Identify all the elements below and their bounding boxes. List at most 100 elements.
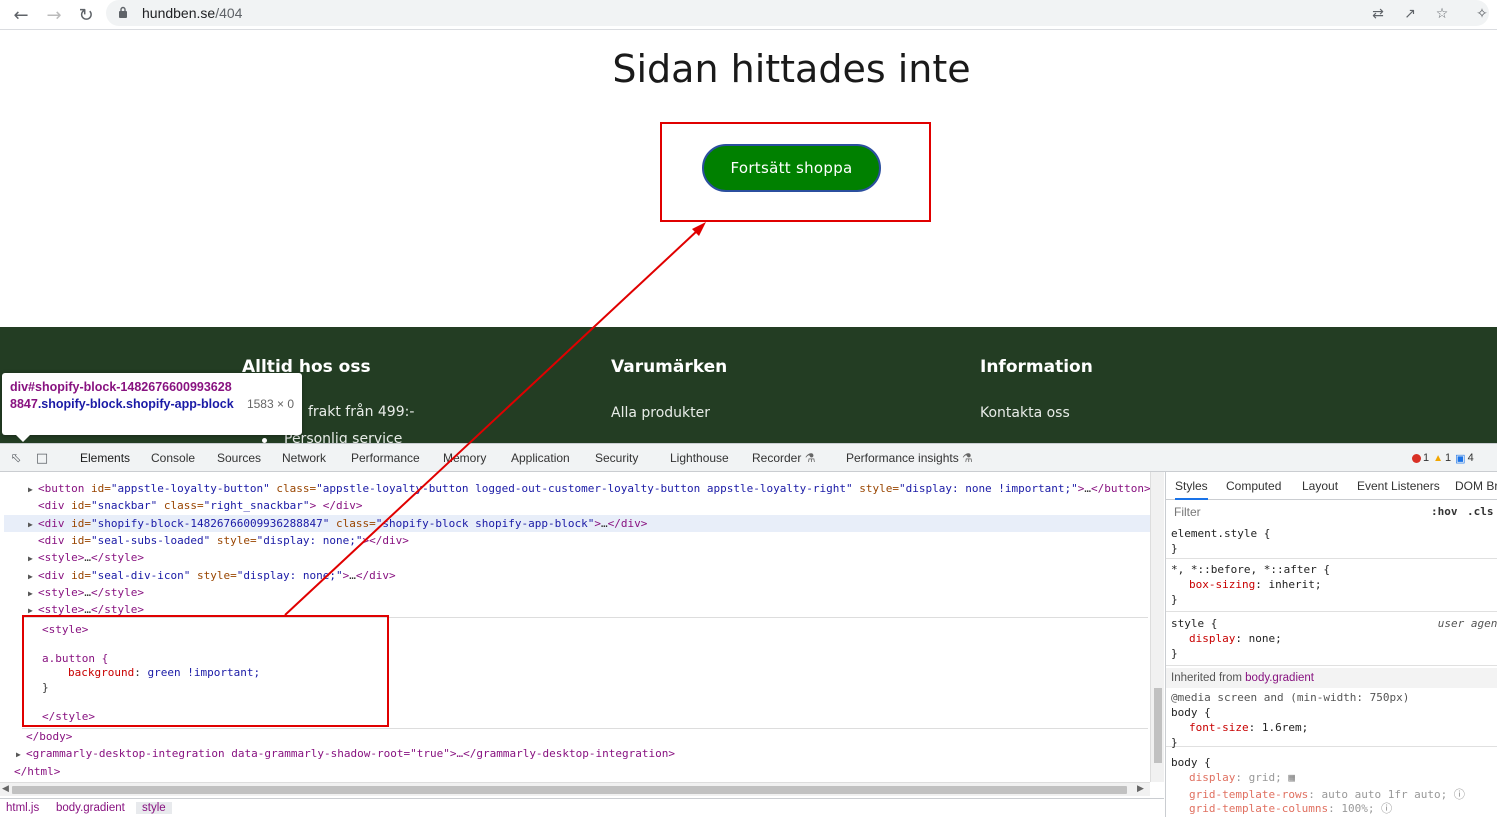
footer-heading: Information [980,357,1093,377]
colon: : [1328,802,1342,815]
hov-toggle[interactable]: :hov [1431,505,1458,518]
val[interactable]: 100%; [1341,802,1374,815]
dom-node-line[interactable]: ▶ <div id="seal-div-icon" style="display:… [28,567,396,584]
dom-node-line[interactable]: <div id="seal-subs-loaded" style="displa… [28,532,409,549]
extensions-icon[interactable]: ✧ [1471,3,1493,25]
url-path: /404 [215,5,243,21]
tab-dom-breakpoints[interactable]: DOM Br [1455,479,1497,493]
expand-triangle-icon[interactable]: ▶ [28,516,38,533]
devtools-tab-sources[interactable]: Sources [217,451,261,465]
expand-triangle-icon[interactable]: ▶ [28,550,38,567]
prop[interactable]: display [1189,771,1235,784]
colon: : [1248,721,1262,734]
rule-element-style: element.style { } [1166,524,1497,559]
devtools-tab-security[interactable]: Security [595,451,638,465]
devtools-tab-memory[interactable]: Memory [443,451,486,465]
browser-toolbar: ← → ↻ hundben.se/404 ⇄ ↗ ☆ ✧ [0,0,1497,30]
expand-triangle-icon[interactable]: ▶ [28,481,38,498]
expand-triangle-icon[interactable]: ▶ [16,746,26,763]
grid-editor-icon[interactable]: ▦ [1282,771,1295,784]
bookmark-star-icon[interactable]: ☆ [1431,3,1453,25]
prop[interactable]: font-size [1189,721,1249,734]
expand-triangle-icon[interactable]: ▶ [28,585,38,602]
devtools-tab-performance-insights[interactable]: Performance insights ⚗ [846,451,973,465]
tab-styles[interactable]: Styles [1175,479,1208,500]
devtools-tab-console[interactable]: Console [151,451,195,465]
styles-filter-input[interactable]: Filter [1170,503,1420,521]
rule-declaration: grid-template-columns: 100%; ⓘ [1189,800,1392,816]
tooltip-selector-class: .shopify-block.shopify-app-block [37,397,234,411]
breadcrumb-body[interactable]: body.gradient [56,802,125,814]
code-token: </button> [1091,482,1150,495]
elements-horizontal-scrollbar[interactable]: ◀ ▶ [0,782,1150,796]
page-title: Sidan hittades inte [612,47,971,91]
devtools-tab-recorder[interactable]: Recorder ⚗ [752,451,815,465]
translate-icon[interactable]: ⇄ [1367,3,1389,25]
devtools-tabbar: ⬁ □ Elements Console Sources Network Perform… [0,444,1497,472]
tooltip-size: 1583 × 0 [246,397,294,411]
scroll-thumb[interactable] [1154,688,1162,763]
val[interactable]: 1.6rem; [1262,721,1308,734]
expand-triangle-icon[interactable]: ▶ [28,568,38,585]
prop[interactable]: box-sizing [1189,578,1255,591]
prop: display [1189,632,1236,645]
dom-node-line[interactable]: ▶ <style>…</style> [28,584,144,601]
code-token: <div [38,499,72,513]
console-badges[interactable]: 1 ▲ 1 ▣ 4 [1412,450,1474,466]
footer-link-contact[interactable]: Kontakta oss [980,405,1070,421]
html-close-tag[interactable]: </html> [14,763,60,780]
code-token: > </div> [309,499,363,513]
code-token: ></div> [362,533,409,547]
tab-event-listeners[interactable]: Event Listeners [1357,479,1440,493]
devtools-tab-elements[interactable]: Elements [80,451,130,465]
dom-node-line[interactable]: ▶ <button id="appstle-loyalty-button" cla… [28,480,1150,497]
rule-close: } [1171,542,1178,555]
device-toggle-icon[interactable]: □ [34,450,50,466]
code-token: "appstle-loyalty-button" [110,482,270,495]
scroll-thumb[interactable] [12,786,1127,794]
code-token: <div [38,568,72,582]
devtools-tab-network[interactable]: Network [282,451,326,465]
inspect-element-icon[interactable]: ⬁ [8,450,24,466]
colon: : [1235,632,1249,645]
info-icon[interactable]: ⓘ [1374,802,1392,815]
code-token: > [594,516,601,530]
devtools-tab-lighthouse[interactable]: Lighthouse [670,451,729,465]
back-icon[interactable]: ← [9,3,33,27]
experiment-flask-icon: ⚗ [801,451,816,465]
warning-badge[interactable]: ▲ 1 [1433,452,1451,464]
scroll-left-icon[interactable]: ◀ [2,784,9,794]
tab-computed[interactable]: Computed [1226,479,1281,493]
devtools-tab-performance[interactable]: Performance [351,451,420,465]
dom-node-line[interactable]: ▶ <style>…</style> [28,549,144,566]
code-token: "display: none;" [256,533,363,547]
dom-node-line[interactable]: ▶ <div id="shopify-block-1482676600993628… [4,514,1150,533]
dom-node-line[interactable]: <div id="snackbar" class="right_snackbar… [28,497,363,514]
message-badge[interactable]: ▣ 4 [1455,452,1474,465]
error-badge[interactable]: 1 [1412,452,1429,464]
footer-link-all-products[interactable]: Alla produkter [611,405,710,421]
elements-vertical-scrollbar[interactable] [1150,472,1164,782]
share-icon[interactable]: ↗ [1399,3,1421,25]
breadcrumb-style[interactable]: style [136,802,172,814]
breadcrumb-html[interactable]: html.js [6,802,39,814]
tag-text: </body> [26,730,73,743]
inherited-from-link[interactable]: body.gradient [1245,672,1314,684]
cls-toggle[interactable]: .cls [1467,505,1494,518]
forward-icon[interactable]: → [42,3,66,27]
inspect-tooltip: div#shopify-block-14826766009936288847.s… [2,373,302,442]
grammarly-node[interactable]: ▶ <grammarly-desktop-integration data-gra… [16,745,675,762]
tab-layout[interactable]: Layout [1302,479,1338,493]
code-token: style= [190,568,237,582]
val[interactable]: grid; [1249,771,1282,784]
devtools-tab-application[interactable]: Application [511,451,570,465]
code-token: … [84,551,91,565]
scroll-right-icon[interactable]: ▶ [1137,784,1144,794]
reload-icon[interactable]: ↻ [74,3,98,27]
val[interactable]: inherit; [1268,578,1321,591]
body-close-tag[interactable]: </body> [26,728,72,745]
address-bar[interactable]: hundben.se/404 ⇄ ↗ ☆ [106,0,1489,26]
code-token: </style> [90,585,144,599]
info-icon[interactable]: ⓘ [1447,788,1465,801]
prop[interactable]: grid-template-columns [1189,802,1328,815]
